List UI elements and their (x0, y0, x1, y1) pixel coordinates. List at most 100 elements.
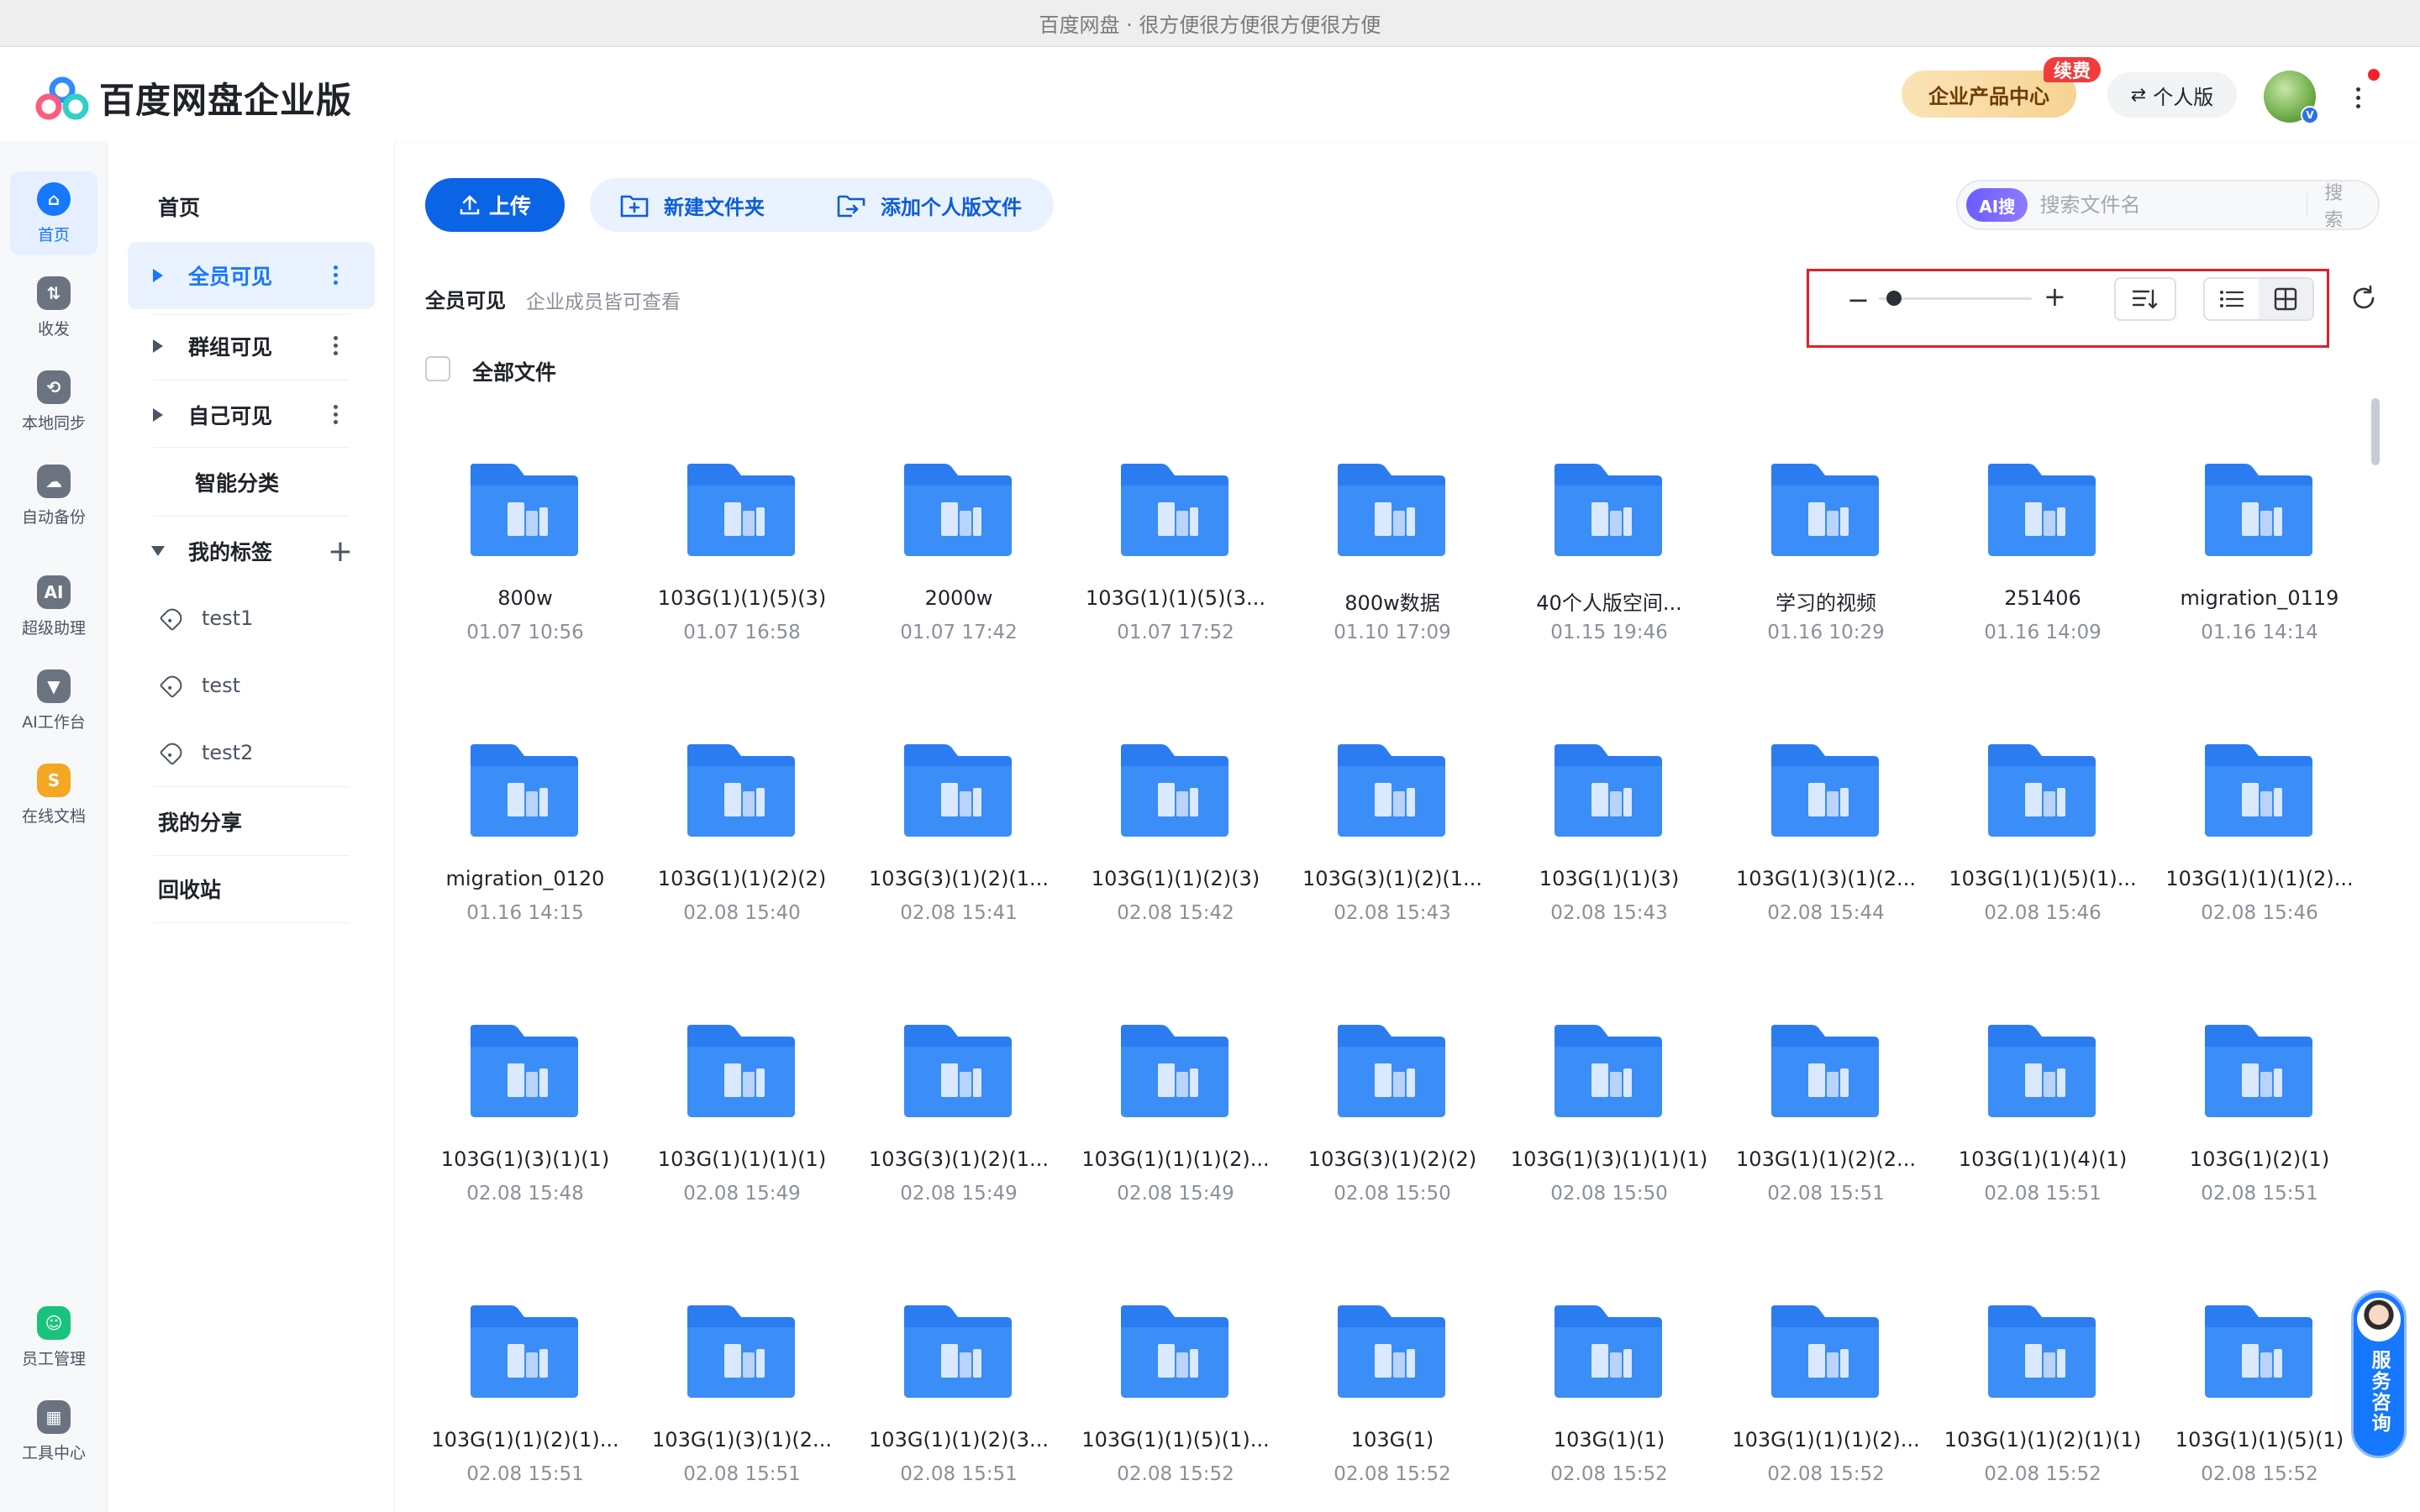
sidebar-item-my-tags[interactable]: 我的标签 + (128, 517, 375, 585)
file-grid-item[interactable]: 103G(3)(1)(2)(2) 02.08 15:50 (1292, 998, 1509, 1278)
new-folder-button[interactable]: 新建文件夹 (590, 178, 803, 232)
select-all-checkbox[interactable] (425, 356, 450, 381)
file-grid-item[interactable]: 800w 01.07 10:56 (425, 437, 642, 717)
sidebar-item-my-share[interactable]: 我的分享 (128, 788, 375, 855)
brand-logo[interactable]: 百度网盘企业版 (35, 72, 352, 123)
refresh-icon[interactable] (2349, 284, 2378, 312)
file-grid-item[interactable]: 103G(1)(1)(2)(1)... 02.08 15:51 (425, 1278, 642, 1512)
sidebar-item-recycle-bin[interactable]: 回收站 (128, 855, 375, 922)
tag-icon (159, 605, 186, 632)
folder-icon (1121, 1305, 1228, 1398)
rail-item-transfer[interactable]: ⇅ 收发 (10, 265, 97, 349)
file-grid-item[interactable]: 103G(1)(1)(2)(2) 02.08 15:40 (642, 717, 859, 998)
file-grid-item[interactable]: 103G(1)(1)(5)(1)... 02.08 15:52 (1076, 1278, 1292, 1512)
file-grid-item[interactable]: 103G(1)(3)(1)(2... 02.08 15:51 (642, 1278, 859, 1512)
rail-item-staff[interactable]: ☺ 员工管理 (10, 1295, 97, 1379)
file-grid-item[interactable]: 103G(1)(1)(4)(1) 02.08 15:51 (1943, 998, 2160, 1278)
sort-button[interactable] (2114, 277, 2176, 321)
file-date: 02.08 15:46 (2201, 902, 2318, 924)
baidu-netdisk-logo-icon (35, 76, 89, 119)
file-date: 02.08 15:51 (683, 1463, 801, 1485)
file-grid-item[interactable]: 103G(3)(1)(2)(1... 02.08 15:43 (1292, 717, 1509, 998)
tag-item[interactable]: test (128, 652, 375, 719)
file-grid-item[interactable]: migration_0119 01.16 14:14 (2160, 437, 2376, 717)
file-grid-item[interactable]: migration_0120 01.16 14:15 (425, 717, 642, 998)
add-tag-icon[interactable]: + (328, 534, 353, 569)
rail-item-online-doc[interactable]: S 在线文档 (10, 753, 97, 837)
file-grid-item[interactable]: 学习的视频 01.16 10:29 (1726, 437, 1943, 717)
collapse-arrow-icon[interactable] (151, 546, 165, 556)
more-menu-button[interactable] (2348, 79, 2368, 116)
file-grid-item[interactable]: 103G(1)(1)(2)(1)(1) 02.08 15:52 (1943, 1278, 2160, 1512)
upload-button[interactable]: 上传 (425, 178, 565, 232)
sidebar-item-smart-category[interactable]: 智能分类 (128, 449, 375, 516)
file-grid-item[interactable]: 40个人版空间... 01.15 19:46 (1509, 437, 1726, 717)
zoom-in-button[interactable]: + (2044, 281, 2066, 312)
file-name: 103G(1)(1)(5)(3) (657, 586, 827, 610)
file-grid-item[interactable]: 103G(1)(1)(2)(3) 02.08 15:42 (1076, 717, 1292, 998)
file-grid-item[interactable]: 103G(1)(1)(2)(2... 02.08 15:51 (1726, 998, 1943, 1278)
file-date: 01.16 14:15 (466, 902, 584, 924)
file-grid-item[interactable]: 103G(1)(1)(2)(3... 02.08 15:51 (859, 1278, 1076, 1512)
rail-item-ai-workbench[interactable]: ▼ AI工作台 (10, 659, 97, 743)
self-visible-more-icon[interactable] (334, 405, 338, 424)
file-grid-item[interactable]: 103G(1)(1)(1)(2)... 02.08 15:49 (1076, 998, 1292, 1278)
tag-item[interactable]: test2 (128, 719, 375, 786)
file-name: 学习的视频 (1776, 591, 1876, 615)
group-visible-more-icon[interactable] (334, 336, 338, 355)
file-grid-item[interactable]: 103G(1)(1)(5)(3... 01.07 17:52 (1076, 437, 1292, 717)
file-name: 103G(1)(1)(1)(2)... (1732, 1428, 1920, 1452)
folder-icon (687, 744, 795, 837)
file-grid-item[interactable]: 103G(1)(1)(5)(3) 01.07 16:58 (642, 437, 859, 717)
rail-item-tools[interactable]: ▦ 工具中心 (10, 1389, 97, 1473)
file-grid-item[interactable]: 103G(1)(1) 02.08 15:52 (1509, 1278, 1726, 1512)
tag-item[interactable]: test1 (128, 585, 375, 652)
expand-arrow-icon[interactable] (153, 339, 163, 353)
file-grid-item[interactable]: 103G(1) 02.08 15:52 (1292, 1278, 1509, 1512)
renew-badge[interactable]: 续费 (2044, 57, 2102, 82)
file-grid-item[interactable]: 251406 01.16 14:09 (1943, 437, 2160, 717)
file-grid-item[interactable]: 103G(1)(1)(1)(2)... 02.08 15:46 (2160, 717, 2376, 998)
sidebar-item-group-visible[interactable]: 群组可见 (128, 312, 375, 380)
file-grid-item[interactable]: 103G(1)(3)(1)(1)(1) 02.08 15:50 (1509, 998, 1726, 1278)
file-grid-item[interactable]: 800w数据 01.10 17:09 (1292, 437, 1509, 717)
file-grid-item[interactable]: 103G(1)(1)(1)(1) 02.08 15:49 (642, 998, 859, 1278)
zoom-slider-track[interactable] (1879, 297, 2032, 300)
verified-badge-icon: V (2301, 106, 2319, 124)
file-grid-item[interactable]: 103G(1)(1)(3) 02.08 15:43 (1509, 717, 1726, 998)
folder-icon (471, 1305, 578, 1398)
sidebar-item-home[interactable]: 首页 (128, 173, 375, 240)
folder-icon (904, 464, 1012, 556)
service-consult-button[interactable]: 服务咨询 (2351, 1290, 2407, 1458)
file-grid-item[interactable]: 103G(1)(3)(1)(2... 02.08 15:44 (1726, 717, 1943, 998)
file-grid-item[interactable]: 103G(1)(1)(5)(1)... 02.08 15:46 (1943, 717, 2160, 998)
sidebar-item-self-visible[interactable]: 自己可见 (128, 381, 375, 449)
file-grid-item[interactable]: 103G(1)(1)(5)(1) 02.08 15:52 (2160, 1278, 2376, 1512)
ai-search-toggle[interactable]: AI搜 (1966, 188, 2028, 222)
rail-item-local-sync[interactable]: ⟲ 本地同步 (10, 360, 97, 444)
file-date: 02.08 15:52 (1767, 1463, 1885, 1485)
expand-arrow-icon[interactable] (153, 269, 163, 282)
rail-item-auto-backup[interactable]: ☁ 自动备份 (10, 454, 97, 538)
list-view-button[interactable] (2205, 279, 2259, 319)
expand-arrow-icon[interactable] (153, 408, 163, 422)
personal-version-button[interactable]: ⇄ 个人版 (2107, 72, 2237, 118)
sidebar-item-all-visible[interactable]: 全员可见 (128, 242, 375, 309)
rail-item-home[interactable]: ⌂ 首页 (10, 171, 97, 255)
folder-actions-group: 新建文件夹 添加个人版文件 (590, 178, 1054, 232)
grid-view-button[interactable] (2259, 279, 2312, 319)
rail-item-super-assistant[interactable]: AI 超级助理 (10, 564, 97, 648)
vertical-scrollbar[interactable] (2371, 398, 2380, 465)
all-visible-more-icon[interactable] (334, 265, 338, 285)
search-input[interactable] (2039, 193, 2307, 217)
file-grid-item[interactable]: 2000w 01.07 17:42 (859, 437, 1076, 717)
file-grid-item[interactable]: 103G(1)(3)(1)(1) 02.08 15:48 (425, 998, 642, 1278)
zoom-out-button[interactable]: − (1847, 284, 1870, 316)
file-grid-item[interactable]: 103G(1)(1)(1)(2)... 02.08 15:52 (1726, 1278, 1943, 1512)
file-grid-item[interactable]: 103G(3)(1)(2)(1... 02.08 15:49 (859, 998, 1076, 1278)
add-personal-files-button[interactable]: 添加个人版文件 (803, 178, 1022, 232)
search-button[interactable]: 搜索 (2307, 178, 2378, 232)
file-name: 103G(3)(1)(2)(2) (1307, 1147, 1477, 1171)
file-grid-item[interactable]: 103G(1)(2)(1) 02.08 15:51 (2160, 998, 2376, 1278)
file-grid-item[interactable]: 103G(3)(1)(2)(1... 02.08 15:41 (859, 717, 1076, 998)
